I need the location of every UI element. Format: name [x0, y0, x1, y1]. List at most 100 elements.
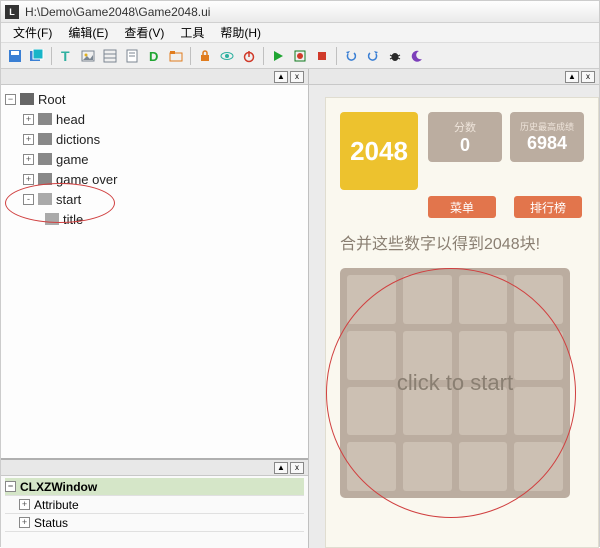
grid-cell: [347, 275, 396, 324]
node-icon: [38, 113, 52, 125]
tool-folder-icon[interactable]: [166, 46, 186, 66]
panel-close-button[interactable]: x: [581, 71, 595, 83]
game-grid[interactable]: click to start: [340, 268, 570, 498]
node-icon: [38, 193, 52, 205]
grid-cell: [403, 442, 452, 491]
menu-button[interactable]: 菜单: [428, 196, 496, 218]
score-badge: 分数 0: [428, 112, 502, 162]
button-row: 菜单 排行榜: [428, 196, 584, 218]
game-preview[interactable]: 2048 分数 0 历史最高成绩 6984: [325, 97, 599, 548]
window-titlebar: L H:\Demo\Game2048\Game2048.ui: [1, 1, 599, 23]
expander-icon[interactable]: −: [5, 481, 16, 492]
tool-save-icon[interactable]: [5, 46, 25, 66]
tool-play-icon[interactable]: [268, 46, 288, 66]
svg-text:T: T: [61, 49, 70, 63]
tool-bug-icon[interactable]: [385, 46, 405, 66]
tool-database-icon[interactable]: D: [144, 46, 164, 66]
tool-lock-icon[interactable]: [195, 46, 215, 66]
menu-view[interactable]: 查看(V): [116, 22, 172, 43]
menu-help[interactable]: 帮助(H): [212, 22, 269, 43]
expander-icon[interactable]: -: [23, 194, 34, 205]
separator-icon: [336, 47, 337, 65]
expander-icon[interactable]: +: [19, 499, 30, 510]
grid-cell: [459, 442, 508, 491]
grid-cell: [459, 387, 508, 436]
grid-cell: [514, 387, 563, 436]
tool-image-icon[interactable]: [78, 46, 98, 66]
expander-icon[interactable]: +: [23, 114, 34, 125]
preview-panel: ▲ x 2048 分数 0 历史最高成绩 6984: [309, 69, 599, 548]
expander-icon[interactable]: −: [5, 94, 16, 105]
separator-icon: [51, 47, 52, 65]
grid-cell: [514, 331, 563, 380]
tree-label: Root: [38, 92, 65, 107]
tree-label: game over: [56, 172, 117, 187]
tree-item-title[interactable]: title: [5, 209, 304, 229]
property-status[interactable]: + Status: [5, 514, 304, 532]
tree-label: head: [56, 112, 85, 127]
tool-power-icon[interactable]: [239, 46, 259, 66]
score-label: 分数: [428, 119, 502, 135]
best-badge: 历史最高成绩 6984: [510, 112, 584, 162]
tree-item-dictions[interactable]: + dictions: [5, 129, 304, 149]
expander-icon[interactable]: +: [23, 154, 34, 165]
property-label: Attribute: [34, 498, 79, 512]
property-panel: ▲ x − CLXZWindow + Attribute + Status: [1, 458, 308, 548]
menu-tools[interactable]: 工具: [172, 22, 212, 43]
best-label: 历史最高成绩: [510, 120, 584, 133]
separator-icon: [263, 47, 264, 65]
tree-item-game[interactable]: + game: [5, 149, 304, 169]
node-icon: [38, 153, 52, 165]
tree-item-start[interactable]: - start: [5, 189, 304, 209]
expander-icon[interactable]: +: [19, 517, 30, 528]
grid-cell: [347, 331, 396, 380]
panel-close-button[interactable]: x: [290, 71, 304, 83]
grid-cell: [403, 275, 452, 324]
node-icon: [45, 213, 59, 225]
grid-cell: [347, 442, 396, 491]
node-icon: [20, 93, 34, 105]
grid-cell: [403, 387, 452, 436]
panel-max-button[interactable]: ▲: [274, 71, 288, 83]
score-value: 0: [428, 135, 502, 156]
tool-text-icon[interactable]: T: [56, 46, 76, 66]
tool-saveall-icon[interactable]: [27, 46, 47, 66]
window-title: H:\Demo\Game2048\Game2048.ui: [25, 5, 210, 19]
preview-panel-header: ▲ x: [309, 69, 599, 85]
tool-undo-icon[interactable]: [341, 46, 361, 66]
logo-text: 2048: [340, 136, 418, 167]
expander-icon[interactable]: +: [23, 134, 34, 145]
panel-max-button[interactable]: ▲: [274, 462, 288, 474]
tool-stop-icon[interactable]: [312, 46, 332, 66]
node-icon: [38, 173, 52, 185]
menu-bar: 文件(F) 编辑(E) 查看(V) 工具 帮助(H): [1, 23, 599, 43]
property-attribute[interactable]: + Attribute: [5, 496, 304, 514]
tree-label: start: [56, 192, 81, 207]
tree-item-head[interactable]: + head: [5, 109, 304, 129]
menu-file[interactable]: 文件(F): [5, 22, 60, 43]
expander-icon[interactable]: +: [23, 174, 34, 185]
badge-row: 2048 分数 0 历史最高成绩 6984: [340, 112, 584, 190]
tool-redo-icon[interactable]: [363, 46, 383, 66]
tool-record-icon[interactable]: [290, 46, 310, 66]
panel-max-button[interactable]: ▲: [565, 71, 579, 83]
grid-cell: [403, 331, 452, 380]
grid-cell: [514, 275, 563, 324]
separator-icon: [190, 47, 191, 65]
tool-eye-icon[interactable]: [217, 46, 237, 66]
tool-script-icon[interactable]: [122, 46, 142, 66]
tool-properties-icon[interactable]: [100, 46, 120, 66]
property-grid[interactable]: − CLXZWindow + Attribute + Status: [1, 476, 308, 548]
tree-root[interactable]: − Root: [5, 89, 304, 109]
tree-label: dictions: [56, 132, 100, 147]
menu-edit[interactable]: 编辑(E): [60, 22, 116, 43]
tree-item-gameover[interactable]: + game over: [5, 169, 304, 189]
toolbar: T D: [1, 43, 599, 69]
property-class[interactable]: − CLXZWindow: [5, 478, 304, 496]
tool-moon-icon[interactable]: [407, 46, 427, 66]
left-panel: ▲ x − Root + head + dictions + game: [1, 69, 309, 548]
rank-button[interactable]: 排行榜: [514, 196, 582, 218]
app-icon: L: [5, 5, 19, 19]
panel-close-button[interactable]: x: [290, 462, 304, 474]
scene-tree[interactable]: − Root + head + dictions + game +: [1, 85, 308, 458]
